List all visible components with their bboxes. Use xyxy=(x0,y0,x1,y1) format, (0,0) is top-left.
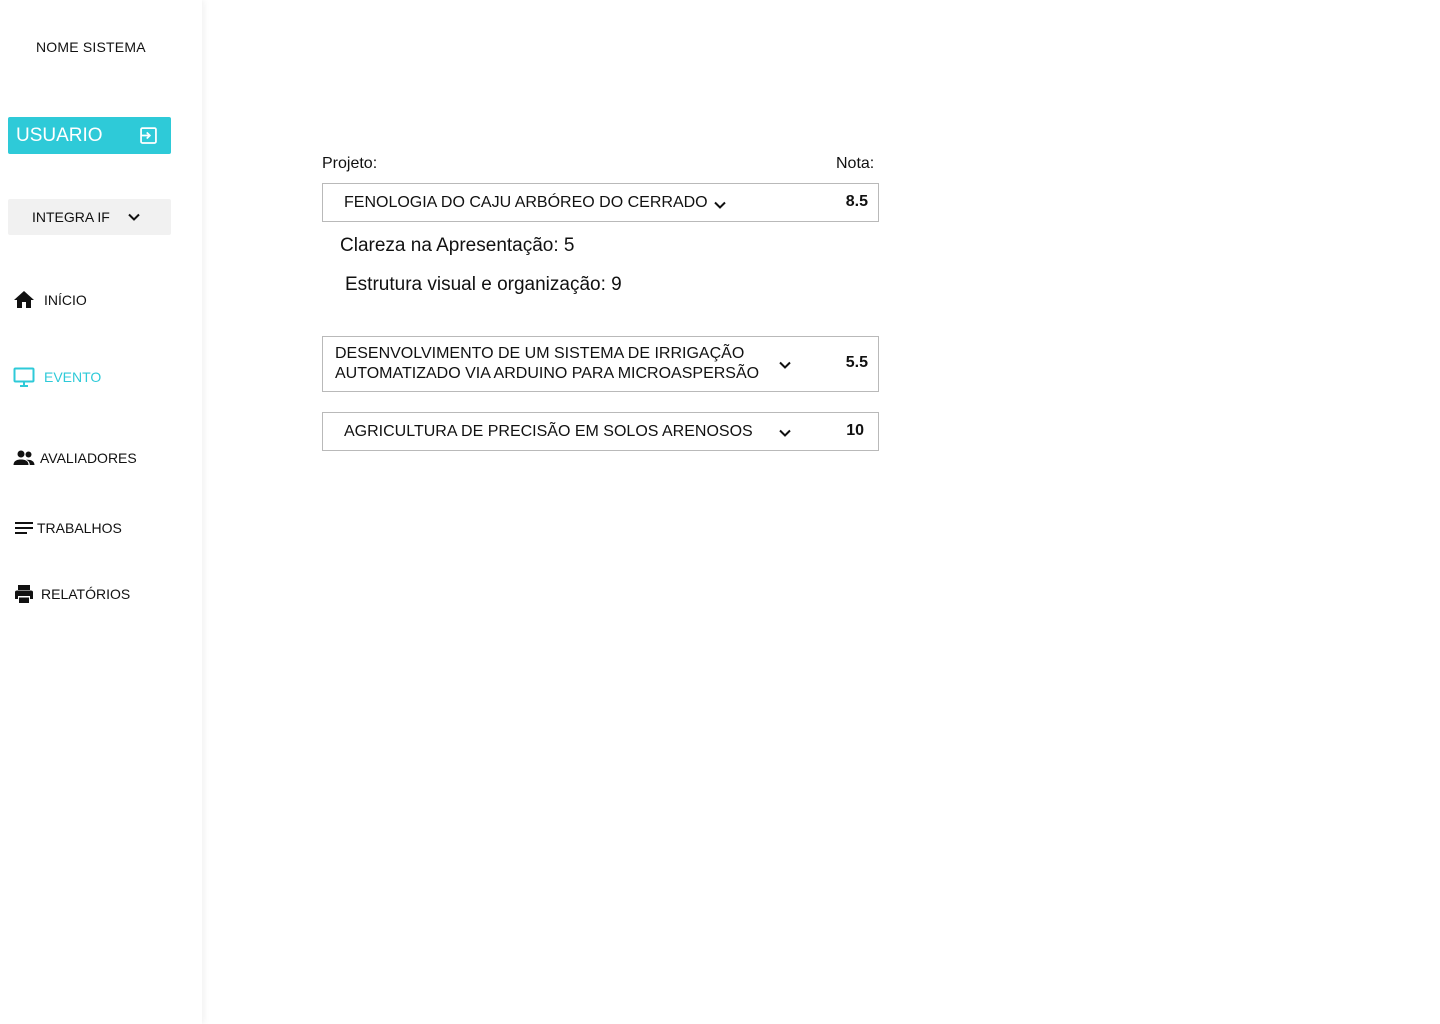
sidebar: NOME SISTEMA USUARIO INTEGRA IF INÍCIO E… xyxy=(0,0,202,1024)
home-icon xyxy=(14,291,34,308)
project-column-label: Projeto: xyxy=(322,155,378,172)
project-row[interactable]: AGRICULTURA DE PRECISÃO EM SOLOS ARENOSO… xyxy=(322,412,879,451)
project-score: 8.5 xyxy=(845,193,868,210)
project-row[interactable]: DESENVOLVIMENTO DE UM SISTEMA DE IRRIGAÇ… xyxy=(322,336,879,392)
score-column-label: Nota: xyxy=(836,155,875,172)
sidebar-item-label: EVENTO xyxy=(44,369,102,385)
chevron-down-icon xyxy=(128,213,140,221)
sidebar-item-evento[interactable]: EVENTO xyxy=(12,364,101,390)
printer-icon xyxy=(15,585,33,603)
sidebar-item-avaliadores[interactable]: AVALIADORES xyxy=(12,445,137,471)
user-button[interactable]: USUARIO xyxy=(8,117,171,154)
project-score: 5.5 xyxy=(845,354,868,371)
project-title-line: DESENVOLVIMENTO DE UM SISTEMA DE IRRIGAÇ… xyxy=(335,345,745,362)
lines-icon xyxy=(15,522,33,534)
chevron-down-icon[interactable] xyxy=(777,425,793,441)
project-title: DESENVOLVIMENTO DE UM SISTEMA DE IRRIGAÇ… xyxy=(335,344,759,384)
sidebar-item-label: TRABALHOS xyxy=(37,520,122,536)
sidebar-item-trabalhos[interactable]: TRABALHOS xyxy=(12,515,122,541)
project-row[interactable]: FENOLOGIA DO CAJU ARBÓREO DO CERRADO 8.5 xyxy=(322,183,879,222)
chevron-down-icon[interactable] xyxy=(712,197,728,213)
chevron-down-icon[interactable] xyxy=(777,357,793,373)
event-select[interactable]: INTEGRA IF xyxy=(8,199,171,235)
user-button-label: USUARIO xyxy=(16,124,103,146)
sidebar-item-relatorios[interactable]: RELATÓRIOS xyxy=(12,581,130,607)
project-title-line: AUTOMATIZADO VIA ARDUINO PARA MICROASPER… xyxy=(335,365,760,382)
criterion-score: Estrutura visual e organização: 9 xyxy=(345,274,622,295)
project-score: 10 xyxy=(846,422,864,439)
people-icon xyxy=(13,450,35,465)
monitor-icon xyxy=(13,367,35,387)
project-title: FENOLOGIA DO CAJU ARBÓREO DO CERRADO xyxy=(344,194,708,211)
event-select-value: INTEGRA IF xyxy=(32,209,110,225)
sidebar-item-label: INÍCIO xyxy=(44,292,87,308)
system-name: NOME SISTEMA xyxy=(36,39,146,55)
logout-icon xyxy=(140,127,157,144)
sidebar-item-label: RELATÓRIOS xyxy=(41,586,131,602)
criterion-score: Clareza na Apresentação: 5 xyxy=(340,235,575,256)
project-title: AGRICULTURA DE PRECISÃO EM SOLOS ARENOSO… xyxy=(344,423,753,440)
sidebar-item-label: AVALIADORES xyxy=(40,450,137,466)
sidebar-item-inicio[interactable]: INÍCIO xyxy=(12,287,87,313)
